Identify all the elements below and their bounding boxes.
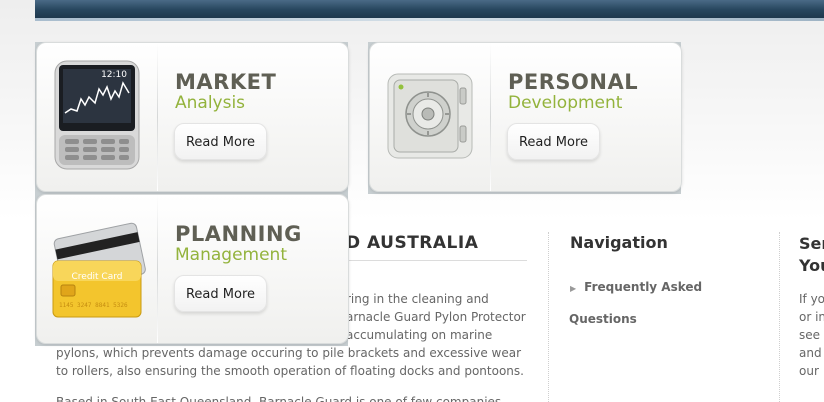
side-line: or in [799,310,824,324]
read-more-button[interactable]: Read More [174,123,267,160]
credit-card-icon: Credit Card 1145 3247 8841 5326 [47,209,147,327]
side-line: If yo [799,292,824,306]
stock-phone-icon: 12:10 [47,57,147,175]
side-line: our [799,364,819,378]
card-subtitle: Analysis [175,93,246,113]
card-divider [490,43,491,191]
side-title-line: You [799,256,824,275]
credit-card-number: 1145 3247 8841 5326 [59,302,128,309]
read-more-button[interactable]: Read More [174,275,267,312]
about-line: pylons, which prevents damage occuring t… [56,346,522,360]
side-title: Ser You [799,233,824,277]
column-divider [548,232,549,402]
nav-link-label-continued[interactable]: Questions [569,304,750,335]
card-subtitle: Management [175,245,287,265]
nav-link-label[interactable]: Frequently Asked [584,280,702,294]
safe-icon [380,57,480,175]
side-text: If yo or in see and our [799,290,824,380]
navigation-title: Navigation [570,233,668,252]
about-divider [346,260,527,261]
card-title: MARKET [175,70,277,94]
credit-card-label: Credit Card [72,272,123,282]
personal-development-card: PERSONAL Development Read More [369,42,682,192]
side-line: see [799,328,821,342]
about-title: D AUSTRALIA [346,233,479,253]
planning-management-card: Credit Card 1145 3247 8841 5326 PLANNING… [36,194,349,344]
card-subtitle: Development [508,93,623,113]
about-line: to rollers, also ensuring the smooth ope… [56,364,524,378]
card-divider [157,43,158,191]
header-banner-image [35,0,824,21]
card-divider [157,195,158,343]
side-line: and [799,346,822,360]
read-more-button[interactable]: Read More [507,123,600,160]
side-title-line: Ser [799,234,824,253]
about-line: Based in South East Queensland, Barnacle… [56,395,502,402]
card-title: PLANNING [175,222,302,246]
column-divider [779,232,780,402]
card-title: PERSONAL [508,70,639,94]
phone-clock: 12:10 [101,70,127,80]
nav-link-frequently-asked-questions[interactable]: ▶ Frequently Asked Questions [569,272,750,335]
arrow-right-icon: ▶ [570,284,577,293]
market-analysis-card: 12:10 MARKET Analysis Read More [36,42,349,192]
